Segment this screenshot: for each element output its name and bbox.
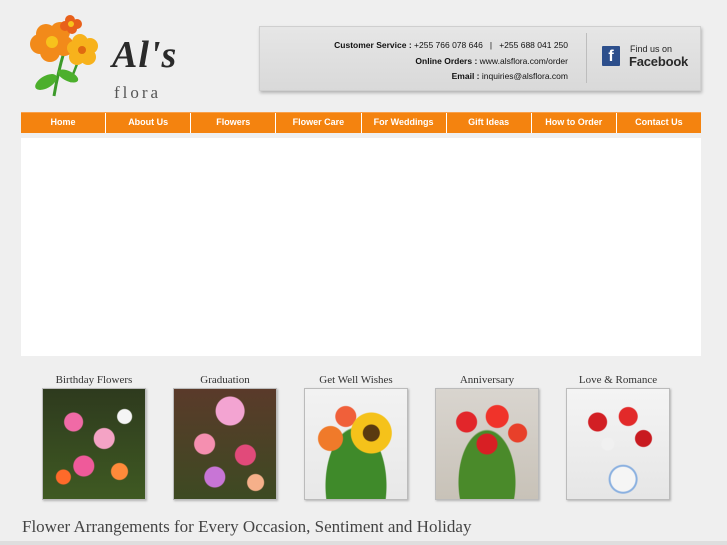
phone-2: +255 688 041 250 bbox=[499, 40, 568, 50]
banner-area bbox=[21, 138, 701, 356]
category-label: Graduation bbox=[200, 374, 250, 386]
phone-separator: | bbox=[489, 40, 493, 50]
online-orders-label: Online Orders : bbox=[415, 55, 478, 66]
nav-gift-ideas[interactable]: Gift Ideas bbox=[447, 113, 532, 133]
customer-service-label: Customer Service : bbox=[334, 40, 412, 50]
love-romance-image[interactable] bbox=[566, 388, 670, 500]
category-label: Birthday Flowers bbox=[55, 374, 133, 386]
category-get-well-wishes[interactable]: Get Well Wishes bbox=[304, 373, 408, 500]
graduation-image[interactable] bbox=[173, 388, 277, 500]
category-label: Anniversary bbox=[459, 374, 515, 386]
birthday-flowers-image[interactable] bbox=[42, 388, 146, 500]
nav-flowers[interactable]: Flowers bbox=[191, 113, 277, 133]
category-birthday-flowers[interactable]: Birthday Flowers bbox=[42, 373, 146, 500]
contact-box: Customer Service : +255 766 078 646 | +2… bbox=[259, 26, 701, 91]
category-label: Love & Romance bbox=[578, 374, 658, 386]
email-link[interactable]: inquiries@alsflora.com bbox=[482, 71, 568, 81]
category-anniversary[interactable]: Anniversary bbox=[435, 373, 539, 500]
facebook-icon: f bbox=[602, 46, 620, 66]
main-nav: Home About Us Flowers Flower Care For We… bbox=[21, 112, 701, 133]
nav-contact-us[interactable]: Contact Us bbox=[617, 113, 701, 133]
category-label: Get Well Wishes bbox=[319, 374, 393, 386]
footer-divider bbox=[0, 541, 727, 545]
logo[interactable]: Al's flora bbox=[24, 12, 178, 102]
get-well-wishes-image[interactable] bbox=[304, 388, 408, 500]
contact-info: Customer Service : +255 766 078 646 | +2… bbox=[334, 38, 568, 85]
logo-subtext: flora bbox=[114, 83, 162, 102]
flower-logo-icon bbox=[30, 15, 98, 97]
email-line: Email : inquiries@alsflora.com bbox=[334, 69, 568, 85]
nav-about-us[interactable]: About Us bbox=[106, 113, 192, 133]
customer-service-line: Customer Service : +255 766 078 646 | +2… bbox=[334, 38, 568, 54]
nav-for-weddings[interactable]: For Weddings bbox=[362, 113, 447, 133]
logo-text: Al's bbox=[112, 34, 178, 76]
online-orders-link[interactable]: www.alsflora.com/order bbox=[480, 56, 568, 66]
tagline: Flower Arrangements for Every Occasion, … bbox=[22, 517, 472, 536]
nav-home[interactable]: Home bbox=[21, 113, 107, 133]
facebook-find-us-text: Find us on bbox=[630, 44, 673, 54]
online-orders-line: Online Orders : www.alsflora.com/order bbox=[334, 54, 568, 70]
phone-1: +255 766 078 646 bbox=[414, 40, 483, 50]
nav-how-to-order[interactable]: How to Order bbox=[532, 113, 617, 133]
divider bbox=[586, 33, 587, 83]
anniversary-image[interactable] bbox=[435, 388, 539, 500]
nav-flower-care[interactable]: Flower Care bbox=[276, 113, 362, 133]
category-graduation[interactable]: Graduation bbox=[173, 373, 277, 500]
email-label: Email : bbox=[451, 71, 480, 81]
facebook-link[interactable]: f Find us on Facebook bbox=[602, 44, 692, 70]
facebook-wordmark: Facebook bbox=[629, 54, 689, 69]
category-love-romance[interactable]: Love & Romance bbox=[566, 373, 670, 500]
